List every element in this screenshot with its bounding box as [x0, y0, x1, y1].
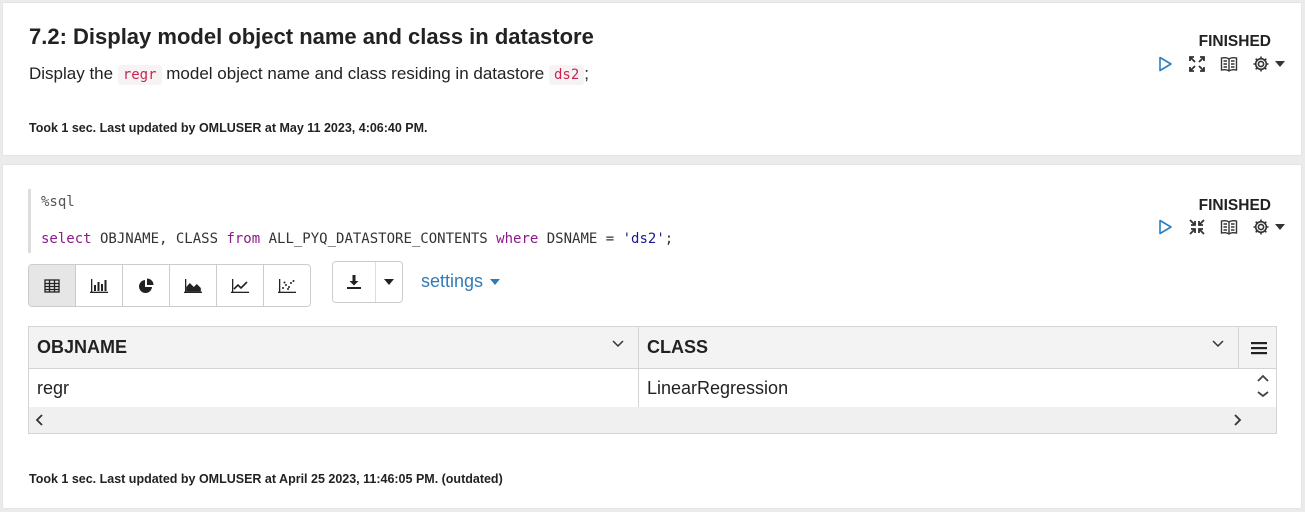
line-chart-icon [231, 278, 249, 293]
download-icon [347, 275, 361, 289]
paragraph-footer: Took 1 sec. Last updated by OMLUSER at M… [29, 121, 428, 135]
book-icon[interactable] [1219, 217, 1239, 237]
sql-text: OBJNAME, CLASS [91, 231, 227, 247]
area-chart-icon [184, 278, 202, 293]
bar-chart-button[interactable] [76, 265, 123, 306]
chevron-down-icon[interactable] [1275, 54, 1285, 74]
code-line-interpreter: %sql [41, 194, 75, 210]
desc-text: ; [584, 64, 590, 83]
inline-code-regr: regr [117, 65, 162, 85]
chevron-down-icon[interactable] [1275, 217, 1285, 237]
paragraph-sql: %sql select OBJNAME, CLASS from ALL_PYQ_… [3, 165, 1301, 508]
chevron-down-icon[interactable] [612, 340, 624, 348]
run-icon[interactable] [1155, 217, 1175, 237]
paragraph-controls [1155, 217, 1285, 237]
desc-text: model object name and class residing in … [161, 64, 549, 83]
run-icon[interactable] [1155, 54, 1175, 74]
paragraph-description: Display the regr model object name and c… [29, 64, 590, 85]
visualization-toolbar [28, 264, 311, 307]
download-options-button[interactable] [376, 262, 402, 302]
chevron-left-icon[interactable] [29, 410, 49, 430]
chevron-right-icon[interactable] [1228, 410, 1248, 430]
settings-dropdown[interactable]: settings [421, 271, 501, 292]
sql-text: DSNAME = [538, 231, 623, 247]
pie-chart-button[interactable] [123, 265, 170, 306]
pie-chart-icon [139, 278, 154, 293]
table-cell: LinearRegression [647, 377, 789, 398]
table-row[interactable]: regr LinearRegression [29, 369, 1251, 408]
desc-text: Display the [29, 64, 118, 83]
gear-icon[interactable] [1251, 217, 1271, 237]
sql-string: 'ds2' [622, 231, 665, 247]
paragraph-controls [1155, 54, 1285, 74]
area-chart-button[interactable] [170, 265, 217, 306]
chevron-up-icon[interactable] [1257, 373, 1269, 383]
sql-keyword: select [41, 231, 92, 247]
paragraph-title: 7.2: Display model object name and class… [29, 24, 594, 49]
gear-icon[interactable] [1251, 54, 1271, 74]
column-header-label: OBJNAME [37, 337, 128, 357]
expand-icon[interactable] [1187, 54, 1207, 74]
status-label: FINISHED [1198, 197, 1271, 214]
scatter-chart-icon [278, 278, 296, 293]
sql-text: ALL_PYQ_DATASTORE_CONTENTS [260, 231, 497, 247]
sql-keyword: from [226, 231, 261, 247]
vertical-scrollbar[interactable] [1251, 369, 1275, 407]
column-header-class[interactable]: CLASS [639, 327, 1239, 368]
inline-code-ds2: ds2 [549, 65, 585, 85]
sql-text: ; [664, 231, 674, 247]
paragraph-footer: Took 1 sec. Last updated by OMLUSER at A… [29, 472, 503, 486]
chevron-down-icon [490, 279, 501, 286]
code-line-query: select OBJNAME, CLASS from ALL_PYQ_DATAS… [41, 231, 673, 247]
collapse-icon[interactable] [1187, 217, 1207, 237]
sql-keyword: where [496, 231, 539, 247]
scatter-chart-button[interactable] [264, 265, 310, 306]
table-view-button[interactable] [29, 265, 76, 306]
chevron-down-icon[interactable] [1212, 340, 1224, 348]
result-table: OBJNAME CLASS regr LinearRegression [28, 326, 1277, 434]
table-header: OBJNAME CLASS [29, 327, 1276, 369]
download-group [332, 261, 403, 303]
download-button[interactable] [333, 262, 376, 302]
menu-icon [1251, 341, 1267, 354]
table-cell: regr [29, 369, 639, 407]
table-icon [44, 278, 60, 293]
code-editor[interactable]: %sql select OBJNAME, CLASS from ALL_PYQ_… [28, 189, 731, 253]
bar-chart-icon [90, 278, 108, 293]
book-icon[interactable] [1219, 54, 1239, 74]
paragraph-markdown: 7.2: Display model object name and class… [3, 3, 1301, 155]
chevron-down-icon [384, 279, 394, 285]
chevron-down-icon[interactable] [1257, 391, 1269, 397]
column-header-label: CLASS [647, 337, 709, 357]
column-header-objname[interactable]: OBJNAME [29, 327, 639, 368]
line-chart-button[interactable] [217, 265, 264, 306]
settings-label: settings [421, 271, 484, 291]
status-label: FINISHED [1198, 33, 1271, 50]
grid-menu-button[interactable] [1242, 327, 1276, 368]
horizontal-scrollbar[interactable] [29, 407, 1276, 433]
